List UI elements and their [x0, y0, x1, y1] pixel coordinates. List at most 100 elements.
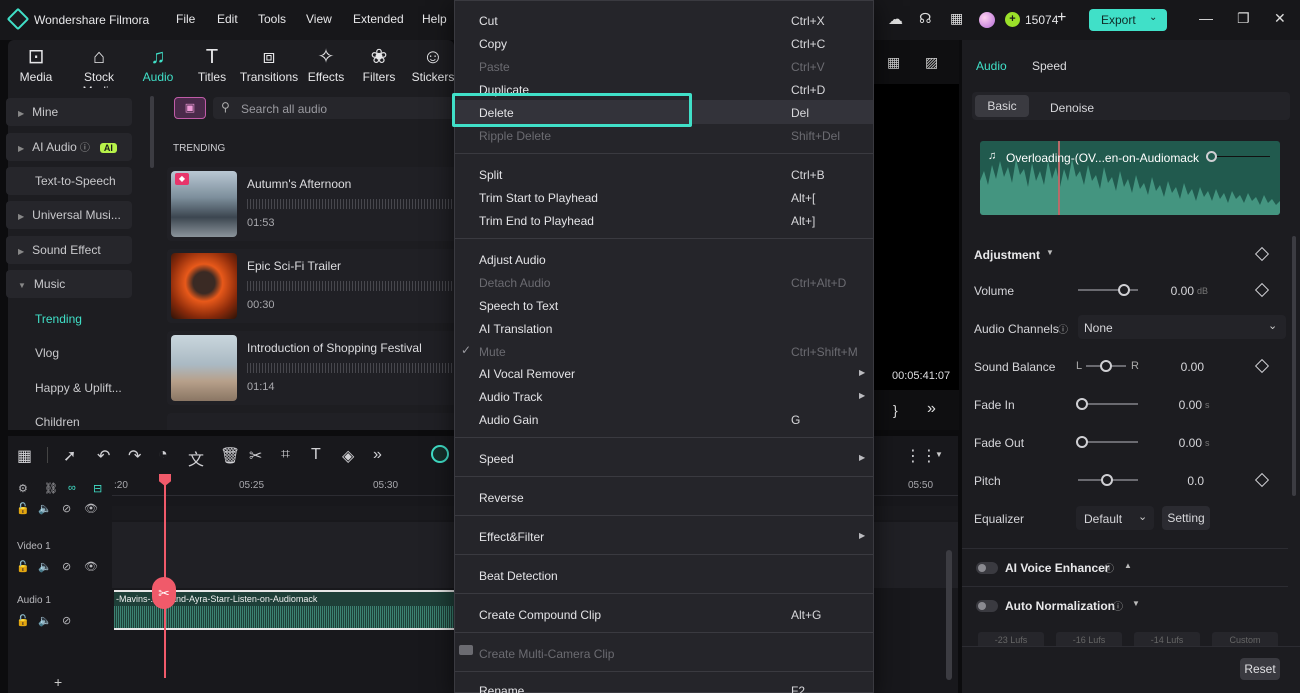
subtab-basic[interactable]: Basic [975, 95, 1029, 117]
unlink-icon[interactable]: ⛓ [44, 482, 58, 495]
redo-icon[interactable]: ↷ [128, 446, 141, 466]
snapshot-icon[interactable]: ▨ [925, 54, 938, 71]
menu-help[interactable]: Help [422, 12, 447, 26]
menu-item-trim-end[interactable]: Trim End to Playhead [479, 214, 594, 228]
auto-ripple-icon[interactable]: ⊟ [93, 482, 102, 495]
text-icon[interactable]: T [311, 446, 321, 464]
toolbar-stickers[interactable]: ☺ Stickers [405, 44, 461, 84]
menu-tools[interactable]: Tools [258, 12, 286, 26]
volume-value[interactable]: 0.00 [1158, 284, 1194, 298]
normalization-preset-button[interactable]: -16 Lufs [1056, 632, 1122, 646]
keyframe-diamond-icon[interactable] [1254, 472, 1270, 488]
speed-ramp-icon[interactable]: ◔ [158, 446, 168, 464]
clip-volume-slider[interactable] [1216, 156, 1270, 157]
menu-item-mute[interactable]: Mute [479, 345, 506, 359]
eye-icon[interactable]: 👁 [84, 560, 98, 573]
avatar[interactable] [979, 12, 995, 28]
speaker-icon[interactable]: 🔈 [38, 614, 52, 627]
subcategory-trending[interactable]: Trending [35, 312, 82, 326]
audio-channels-select[interactable]: None ⌄ [1078, 315, 1286, 339]
shape-mask-icon[interactable]: ◈ [342, 446, 354, 466]
headset-icon[interactable]: ☊ [919, 10, 931, 27]
normalization-preset-button[interactable]: -14 Lufs [1134, 632, 1200, 646]
category-text-to-speech[interactable]: Text-to-Speech [6, 167, 132, 195]
auto-normalization-toggle[interactable] [976, 600, 998, 612]
toolbar-media[interactable]: ⊡ Media [8, 44, 64, 84]
right-panel-scrollbar[interactable] [1292, 236, 1296, 496]
track-card[interactable]: Introduction of Shopping Festival 01:14 [167, 331, 457, 405]
menu-item-detach-audio[interactable]: Detach Audio [479, 276, 550, 290]
toolbar-filters[interactable]: ❀ Filters [351, 44, 407, 84]
menu-item-speech-to-text[interactable]: Speech to Text [479, 299, 558, 313]
hide-track-icon[interactable]: ⊘ [62, 502, 71, 515]
fade-in-knob[interactable] [1076, 398, 1088, 410]
menu-item-effect-filter[interactable]: Effect&Filter [479, 530, 544, 544]
category-sound-effect[interactable]: ▶ Sound Effect [6, 236, 132, 264]
export-button[interactable]: Export ⌄ [1089, 9, 1167, 31]
menu-item-paste[interactable]: Paste [479, 60, 510, 74]
menu-edit[interactable]: Edit [217, 12, 238, 26]
menu-item-create-multi-camera-clip[interactable]: Create Multi-Camera Clip [479, 647, 614, 661]
menu-item-cut[interactable]: Cut [479, 14, 498, 28]
grid-view-icon[interactable]: ▦ [887, 54, 900, 71]
timeline-settings-icon[interactable]: ⋮⋮ [905, 446, 937, 466]
pitch-value[interactable]: 0.0 [1168, 474, 1204, 488]
subcategory-children[interactable]: Children [35, 415, 80, 429]
menu-item-rename[interactable]: Rename [479, 684, 524, 693]
search-input[interactable]: ⚲ Search all audio [213, 97, 457, 119]
menu-item-ai-translation[interactable]: AI Translation [479, 322, 552, 336]
fade-out-knob[interactable] [1076, 436, 1088, 448]
close-icon[interactable]: ✕ [1274, 10, 1286, 27]
menu-item-beat-detection[interactable]: Beat Detection [479, 569, 558, 583]
chevron-up-icon[interactable]: ▲ [1124, 561, 1132, 570]
split-scissors-icon[interactable]: ✂ [249, 446, 262, 466]
menu-file[interactable]: File [176, 12, 195, 26]
apps-grid-icon[interactable]: ▦ [950, 10, 963, 27]
hide-track-icon[interactable]: ⊘ [62, 560, 71, 573]
toolbar-titles[interactable]: T Titles [184, 44, 240, 84]
out-point-icon[interactable]: } [893, 402, 898, 418]
crop-icon[interactable]: ⌗ [281, 446, 290, 464]
ai-music-button[interactable]: ▣ [174, 97, 206, 119]
clip-volume-knob[interactable] [1206, 151, 1217, 162]
normalization-preset-button[interactable]: Custom [1212, 632, 1278, 646]
equalizer-select[interactable]: Default ⌄ [1076, 506, 1154, 530]
menu-view[interactable]: View [306, 12, 332, 26]
normalization-preset-button[interactable]: -23 Lufs [978, 632, 1044, 646]
toolbar-effects[interactable]: ✧ Effects [298, 44, 354, 84]
category-mine[interactable]: ▶ Mine [6, 98, 132, 126]
keyframe-diamond-icon[interactable] [1254, 282, 1270, 298]
cloud-upload-icon[interactable]: ☁ [888, 10, 903, 28]
lock-icon[interactable]: 🔓 [16, 502, 30, 515]
undo-icon[interactable]: ↶ [97, 446, 110, 466]
fade-out-value[interactable]: 0.00 [1158, 436, 1202, 450]
menu-item-audio-track[interactable]: Audio Track [479, 390, 542, 404]
reset-button[interactable]: Reset [1240, 658, 1280, 680]
eye-icon[interactable]: 👁 [84, 502, 98, 515]
balance-knob[interactable] [1100, 360, 1112, 372]
menu-item-ai-vocal-remover[interactable]: AI Vocal Remover [479, 367, 575, 381]
menu-item-audio-gain[interactable]: Audio Gain [479, 413, 538, 427]
chevron-down-icon[interactable]: ▼ [935, 450, 943, 459]
subcategory-vlog[interactable]: Vlog [35, 346, 59, 360]
hide-track-icon[interactable]: ⊘ [62, 614, 71, 627]
forward-icon[interactable]: » [927, 400, 936, 418]
ai-copilot-icon[interactable] [431, 445, 449, 463]
tab-speed[interactable]: Speed [1032, 59, 1067, 73]
track-card[interactable]: Epic Sci-Fi Trailer 00:30 [167, 249, 457, 323]
category-music[interactable]: ▼ Music [6, 270, 132, 298]
adjustment-heading[interactable]: Adjustment [974, 248, 1040, 262]
subcategory-happy-uplifting[interactable]: Happy & Uplift... [35, 381, 122, 395]
menu-item-copy[interactable]: Copy [479, 37, 507, 51]
lock-icon[interactable]: 🔓 [16, 560, 30, 573]
speaker-icon[interactable]: 🔈 [38, 560, 52, 573]
restore-icon[interactable]: ❐ [1237, 10, 1250, 27]
speaker-icon[interactable]: 🔈 [38, 502, 52, 515]
minimize-icon[interactable]: — [1199, 10, 1213, 26]
category-universal-music[interactable]: ▶ Universal Musi... [6, 201, 132, 229]
chevron-down-icon[interactable]: ▼ [1046, 248, 1054, 257]
menu-item-adjust-audio[interactable]: Adjust Audio [479, 253, 546, 267]
volume-knob[interactable] [1118, 284, 1130, 296]
balance-value[interactable]: 0.00 [1168, 360, 1204, 374]
category-ai-audio[interactable]: ▶ AI Audio ⓘ AI [6, 133, 132, 161]
